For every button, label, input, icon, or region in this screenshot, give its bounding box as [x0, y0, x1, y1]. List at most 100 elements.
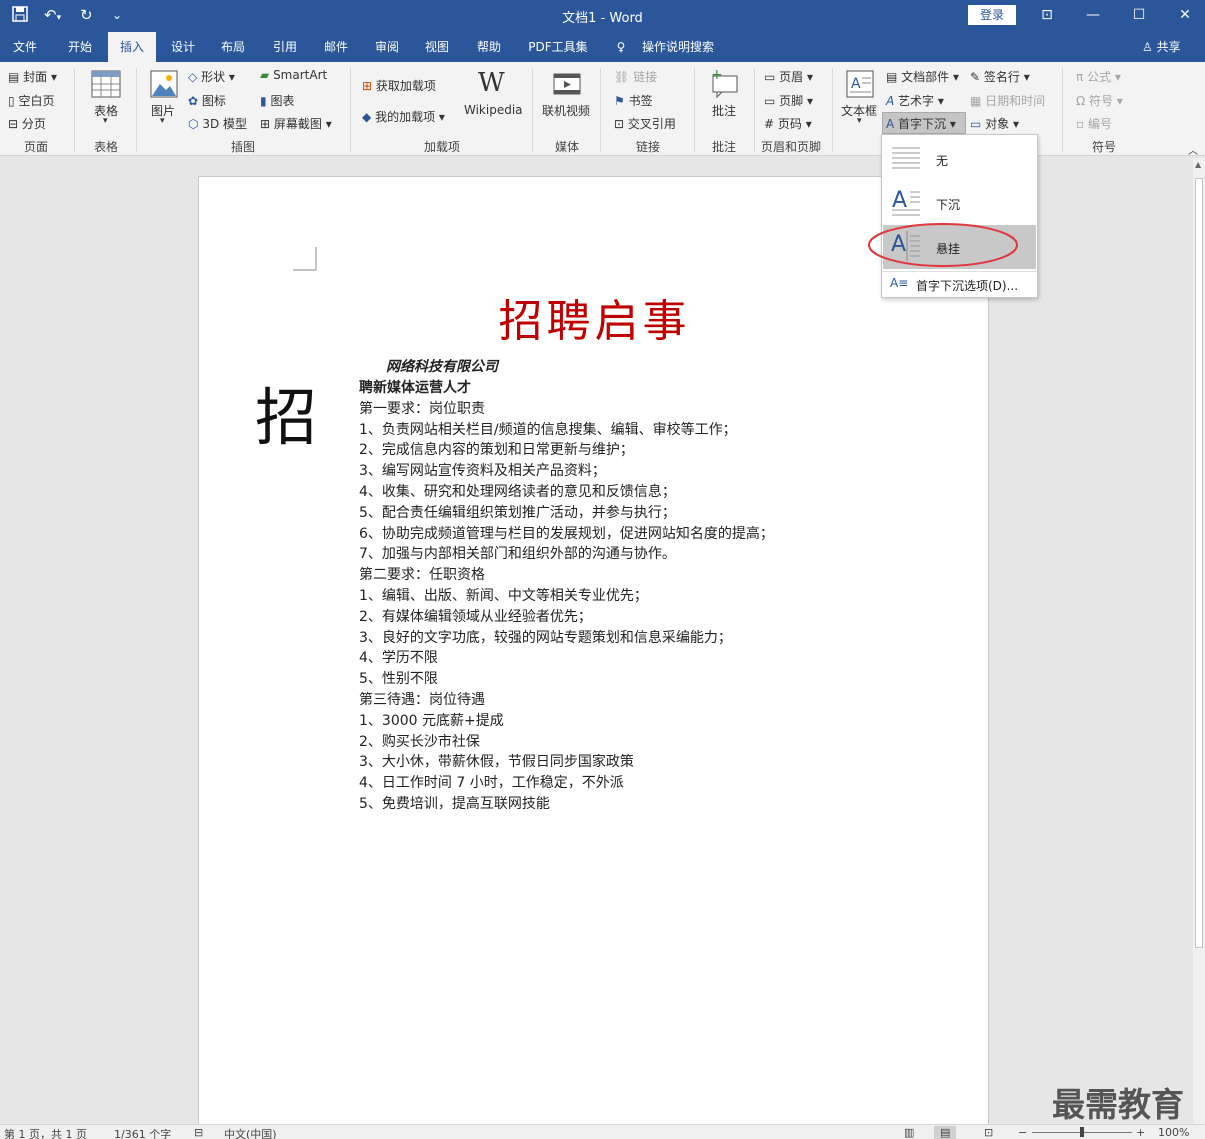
doc-line: 4、日工作时间 7 小时，工作稳定，不外派	[359, 775, 624, 791]
link-button[interactable]: ⛓ 链接	[614, 68, 657, 85]
collapse-ribbon-icon[interactable]: ︿	[1188, 142, 1198, 157]
doc-line: 3、编写网站宣传资料及相关产品资料；	[359, 463, 606, 479]
footer-button[interactable]: ▭ 页脚 ▾	[764, 92, 813, 109]
cover-page-button[interactable]: ▤ 封面 ▾	[8, 68, 57, 85]
tab-pdf-tools[interactable]: PDF工具集	[518, 32, 598, 62]
doc-line: 1、编辑、出版、新闻、中文等相关专业优先；	[359, 588, 648, 604]
object-button[interactable]: ▭ 对象 ▾	[970, 115, 1019, 132]
page-break-button[interactable]: ⊟ 分页	[8, 115, 46, 132]
page-number-button[interactable]: # 页码 ▾	[764, 115, 812, 132]
dropcap-menu: 无 A 下沉 A 悬挂 A≡ 首字下沉选项(D)...	[881, 134, 1038, 298]
dropcap-dropped-icon: A	[892, 188, 920, 216]
chart-button[interactable]: ▮ 图表	[260, 92, 294, 109]
dropcap-option-dropped[interactable]: A 下沉	[883, 181, 1036, 225]
dropcap-option-none[interactable]: 无	[883, 137, 1036, 181]
dropcap-button[interactable]: A 首字下沉 ▾	[886, 115, 956, 132]
shapes-button[interactable]: ◇ 形状 ▾	[188, 68, 235, 85]
dropcap-none-label: 无	[936, 154, 949, 168]
share-label: 共享	[1156, 40, 1181, 54]
divider	[136, 68, 137, 152]
tab-mailings[interactable]: 邮件	[312, 32, 360, 62]
read-mode-icon[interactable]: ▥	[904, 1126, 914, 1139]
ribbon-tab-bar: 文件 开始 插入 设计 布局 引用 邮件 审阅 视图 帮助 PDF工具集 ♀ 操…	[0, 32, 1205, 62]
tab-view[interactable]: 视图	[414, 32, 460, 62]
tab-home[interactable]: 开始	[56, 32, 104, 62]
divider	[532, 68, 533, 152]
cover-page-icon: ▤	[8, 70, 20, 84]
tab-layout[interactable]: 布局	[210, 32, 256, 62]
bookmark-icon: ⚑	[614, 94, 625, 108]
divider	[694, 68, 695, 152]
3d-model-button[interactable]: ⬡ 3D 模型	[188, 115, 247, 132]
cross-reference-button[interactable]: ⊡ 交叉引用	[614, 115, 676, 132]
pi-icon: π	[1076, 70, 1084, 84]
smartart-button[interactable]: ▰ SmartArt	[260, 68, 327, 82]
signature-icon: ✎	[970, 70, 981, 84]
group-label-addins: 加载项	[423, 140, 460, 154]
signature-line-button[interactable]: ✎ 签名行 ▾	[970, 68, 1030, 85]
doc-line: 4、学历不限	[359, 650, 438, 666]
bookmark-button[interactable]: ⚑ 书签	[614, 92, 653, 109]
doc-line: 第三待遇：岗位待遇	[359, 692, 485, 708]
maximize-button[interactable]: ☐	[1124, 4, 1154, 26]
dropcap-dropped-label: 下沉	[936, 198, 961, 212]
word-count[interactable]: 1/361 个字	[114, 1126, 171, 1139]
vertical-scrollbar[interactable]: ▲	[1193, 158, 1205, 1124]
tab-references[interactable]: 引用	[262, 32, 308, 62]
date-time-button[interactable]: ▦ 日期和时间	[970, 92, 1045, 109]
symbol-button[interactable]: Ω 符号 ▾	[1076, 92, 1123, 109]
language[interactable]: 中文(中国)	[224, 1126, 277, 1139]
icons-button[interactable]: ✿ 图标	[188, 92, 226, 109]
tab-file[interactable]: 文件	[2, 32, 48, 62]
svg-text:A: A	[851, 76, 861, 92]
tab-help[interactable]: 帮助	[466, 32, 512, 62]
title-bar: ↶▾ ↻ ⌄ 文档1 - Word 登录 ⊡ — ☐ ✕	[0, 0, 1205, 32]
print-layout-icon[interactable]: ▤	[934, 1126, 957, 1139]
get-addins-button[interactable]: ⊞ 获取加载项	[362, 77, 436, 94]
scroll-up-icon[interactable]: ▲	[1195, 160, 1201, 169]
dropcap-options-item[interactable]: A≡ 首字下沉选项(D)...	[883, 273, 1036, 295]
link-icon: ⛓	[614, 70, 630, 84]
document-parts-button[interactable]: ▤ 文档部件 ▾	[886, 68, 959, 85]
highlight-ellipse	[868, 223, 1018, 267]
wordart-button[interactable]: A 艺术字 ▾	[886, 92, 944, 109]
close-button[interactable]: ✕	[1170, 4, 1200, 26]
header-button[interactable]: ▭ 页眉 ▾	[764, 68, 813, 85]
zoom-level[interactable]: 100%	[1158, 1126, 1189, 1139]
document-page[interactable]: 招聘启事 招 网络科技有限公司 聘新媒体运营人才 第一要求：岗位职责 1、负责网…	[198, 176, 989, 1126]
tab-insert[interactable]: 插入	[108, 32, 156, 62]
equation-button[interactable]: π 公式 ▾	[1076, 68, 1121, 85]
number-button[interactable]: ▫ 编号	[1076, 115, 1112, 132]
scroll-thumb[interactable]	[1195, 178, 1203, 948]
login-button[interactable]: 登录	[968, 5, 1016, 25]
picture-icon	[150, 70, 178, 98]
divider	[74, 68, 75, 152]
doc-line: 3、大小休，带薪休假，节假日同步国家政策	[359, 754, 634, 770]
watermark-logo: 最需教育	[1052, 1085, 1184, 1124]
blank-page-button[interactable]: ▯ 空白页	[8, 92, 54, 109]
group-label-comments: 批注	[711, 140, 736, 154]
doc-line: 1、负责网站相关栏目/频道的信息搜集、编辑、审校等工作；	[359, 422, 737, 438]
page-break-icon: ⊟	[8, 117, 19, 131]
doc-line: 5、免费培训，提高互联网技能	[359, 796, 550, 812]
dropcap-options-label: 首字下沉选项(D)...	[916, 279, 1019, 293]
proofing-icon[interactable]: ⊟	[194, 1126, 203, 1139]
ribbon-display-options-icon[interactable]: ⊡	[1032, 4, 1062, 26]
zoom-in-icon[interactable]: +	[1136, 1126, 1145, 1139]
tab-review[interactable]: 审阅	[364, 32, 410, 62]
company-name: 网络科技有限公司	[386, 359, 498, 375]
zoom-out-icon[interactable]: −	[1018, 1126, 1027, 1139]
tab-design[interactable]: 设计	[160, 32, 206, 62]
tell-me-search[interactable]: 操作说明搜索	[636, 32, 720, 62]
screenshot-icon: ⊞	[260, 117, 271, 131]
dropcap-options-icon: A≡	[890, 276, 909, 290]
web-layout-icon[interactable]: ⊡	[984, 1126, 993, 1139]
screenshot-button[interactable]: ⊞ 屏幕截图 ▾	[260, 115, 332, 132]
page-count[interactable]: 第 1 页，共 1 页	[4, 1126, 87, 1139]
minimize-button[interactable]: —	[1078, 4, 1108, 26]
share-button[interactable]: ♙ 共享	[1142, 32, 1181, 62]
my-addins-button[interactable]: ◆ 我的加载项 ▾	[362, 108, 445, 125]
textbox-icon: A	[846, 70, 874, 98]
doc-line: 2、完成信息内容的策划和日常更新与维护；	[359, 442, 634, 458]
zoom-slider-thumb[interactable]	[1080, 1127, 1084, 1137]
